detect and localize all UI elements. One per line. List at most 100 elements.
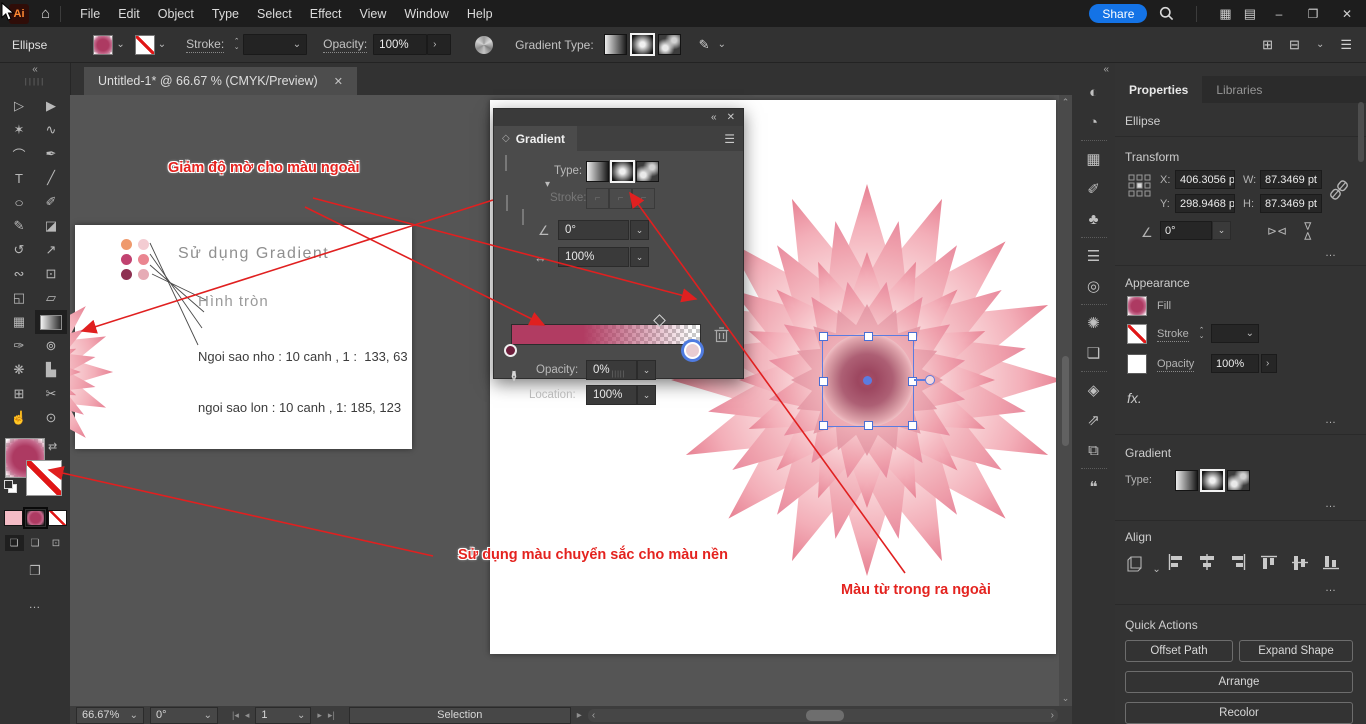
- align-top-icon[interactable]: [1260, 554, 1278, 571]
- gradient-annotator-line[interactable]: [914, 379, 925, 381]
- gradient-freeform-button[interactable]: [1227, 470, 1250, 491]
- color-panel-icon[interactable]: ◐: [1077, 79, 1111, 105]
- gradient-linear-button[interactable]: [604, 34, 627, 55]
- scroll-right-icon[interactable]: ›: [1051, 709, 1054, 722]
- align-bottom-icon[interactable]: [1322, 554, 1340, 571]
- width-tool[interactable]: ∾: [3, 262, 35, 286]
- rotation-dropdown[interactable]: 0° ⌄: [150, 707, 218, 724]
- slice-tool[interactable]: ✂: [35, 382, 67, 406]
- symbol-sprayer-tool[interactable]: ❋: [3, 358, 35, 382]
- recolor-button[interactable]: Recolor: [1125, 702, 1353, 724]
- direct-selection-tool[interactable]: ▶: [35, 94, 67, 118]
- curvature-tool[interactable]: ⌒: [3, 142, 35, 166]
- menu-view[interactable]: View: [351, 3, 396, 25]
- panel-scrollbar[interactable]: [1358, 102, 1364, 702]
- comments-panel-icon[interactable]: ❝: [1077, 474, 1111, 500]
- gradient-preview-swatch[interactable]: [505, 155, 507, 171]
- eyedropper-tool[interactable]: ✑: [3, 334, 35, 358]
- selection-handle[interactable]: [864, 332, 873, 341]
- location-chevron-icon[interactable]: ⌄: [637, 385, 656, 405]
- search-icon[interactable]: [1159, 6, 1174, 21]
- chevron-down-icon[interactable]: ⌄: [1316, 39, 1324, 50]
- fill-swatch[interactable]: [1127, 296, 1147, 316]
- panel-menu-icon[interactable]: ☰: [724, 132, 735, 146]
- selection-handle[interactable]: [908, 332, 917, 341]
- shape-builder-tool[interactable]: ◱: [3, 286, 35, 310]
- selection-handle[interactable]: [819, 421, 828, 430]
- none-mode-button[interactable]: [48, 510, 67, 526]
- paintbrush-tool[interactable]: ✐: [35, 190, 67, 214]
- x-field[interactable]: 406.3056 pt: [1175, 170, 1235, 189]
- rotation-chevron-icon[interactable]: ⌄: [1212, 221, 1231, 240]
- fx-button[interactable]: fx.: [1127, 390, 1142, 406]
- selection-tool[interactable]: ▷: [3, 94, 35, 118]
- scrollbar-thumb[interactable]: [1062, 356, 1069, 446]
- gradient-aspect-field[interactable]: 100%: [558, 247, 629, 267]
- menu-object[interactable]: Object: [149, 3, 203, 25]
- gradient-freeform-button[interactable]: [658, 34, 681, 55]
- gradient-panel-tab[interactable]: ◇ Gradient: [494, 126, 577, 151]
- symbols-panel-icon[interactable]: ♣: [1077, 206, 1111, 232]
- stepper-down-icon[interactable]: ⌄: [1195, 334, 1208, 340]
- flower-artwork-small[interactable]: [70, 277, 115, 467]
- status-mode-display[interactable]: Selection: [349, 707, 571, 724]
- scroll-up-icon[interactable]: ⌃: [1062, 97, 1070, 108]
- reference-point-icon[interactable]: [1128, 174, 1152, 198]
- fill-proxy-swatch[interactable]: [506, 195, 508, 211]
- layers-panel-icon[interactable]: ◈: [1077, 377, 1111, 403]
- gradient-angle-field[interactable]: 0°: [558, 220, 629, 240]
- first-artboard-icon[interactable]: |◂: [232, 710, 239, 721]
- aspect-chevron-icon[interactable]: ⌄: [630, 247, 649, 267]
- perspective-grid-tool[interactable]: ▱: [35, 286, 67, 310]
- gradient-linear-button[interactable]: [1175, 470, 1198, 491]
- screen-mode-icon[interactable]: ❐: [0, 563, 70, 579]
- pen-tool[interactable]: ✒: [35, 142, 67, 166]
- panel-flow-icon[interactable]: ⊟: [1289, 37, 1300, 53]
- menu-type[interactable]: Type: [203, 3, 248, 25]
- gradient-linear-button[interactable]: [586, 161, 609, 182]
- menu-edit[interactable]: Edit: [109, 3, 149, 25]
- scroll-down-icon[interactable]: ⌄: [1062, 693, 1070, 704]
- toolbar-more-icon[interactable]: …: [0, 597, 70, 611]
- horizontal-scrollbar[interactable]: ‹ ›: [588, 709, 1058, 722]
- opacity-field[interactable]: 100%: [373, 34, 427, 55]
- gradient-panel-header[interactable]: « ✕: [494, 109, 743, 126]
- gradient-radial-button[interactable]: [611, 161, 634, 182]
- menu-file[interactable]: File: [71, 3, 109, 25]
- artboards-panel-icon[interactable]: ⧉: [1077, 437, 1111, 463]
- eraser-tool[interactable]: ◪: [35, 214, 67, 238]
- selection-handle[interactable]: [819, 377, 828, 386]
- panel-cycle-icon[interactable]: ◇: [502, 133, 510, 144]
- draw-behind-button[interactable]: ❏: [26, 535, 45, 551]
- draw-normal-button[interactable]: ❏: [5, 535, 24, 551]
- appearance-more-icon[interactable]: …: [1325, 414, 1337, 426]
- align-left-icon[interactable]: [1167, 554, 1185, 571]
- stroke-panel-icon[interactable]: ☰: [1077, 243, 1111, 269]
- document-arrange-icon[interactable]: ▤: [1244, 6, 1256, 22]
- panel-menu-icon[interactable]: ☰: [1340, 37, 1352, 53]
- artboard-tool[interactable]: ⊞: [3, 382, 35, 406]
- opacity-swatch[interactable]: [1127, 354, 1147, 374]
- panel-resize-grip[interactable]: |||||: [494, 371, 743, 378]
- fill-chevron-icon[interactable]: ⌄: [116, 39, 124, 50]
- opacity-field[interactable]: 100%: [1211, 354, 1259, 373]
- flip-vertical-icon[interactable]: ⊳⊲: [1301, 221, 1315, 241]
- status-play-icon[interactable]: ▸: [577, 710, 582, 721]
- opacity-label[interactable]: Opacity: [1157, 358, 1194, 372]
- link-dimensions-icon[interactable]: [1329, 178, 1349, 202]
- stroke-proxy-swatch[interactable]: [26, 460, 62, 496]
- minimize-button[interactable]: –: [1268, 7, 1290, 21]
- tab-close-icon[interactable]: ✕: [334, 75, 343, 88]
- expand-shape-button[interactable]: Expand Shape: [1239, 640, 1353, 662]
- w-field[interactable]: 87.3469 pt: [1260, 170, 1322, 189]
- gradient-stop-start[interactable]: [504, 344, 517, 357]
- align-more-icon[interactable]: …: [1325, 582, 1337, 594]
- default-fill-stroke-icon[interactable]: [4, 480, 17, 493]
- ellipse-tool[interactable]: ○: [0, 190, 39, 214]
- restore-button[interactable]: ❐: [1302, 7, 1324, 21]
- last-artboard-icon[interactable]: ▸|: [328, 710, 335, 721]
- menu-help[interactable]: Help: [458, 3, 502, 25]
- previous-artboard-icon[interactable]: ◂: [245, 710, 250, 721]
- collapse-toolbar-icon[interactable]: «: [32, 64, 38, 75]
- gradient-more-icon[interactable]: …: [1325, 498, 1337, 510]
